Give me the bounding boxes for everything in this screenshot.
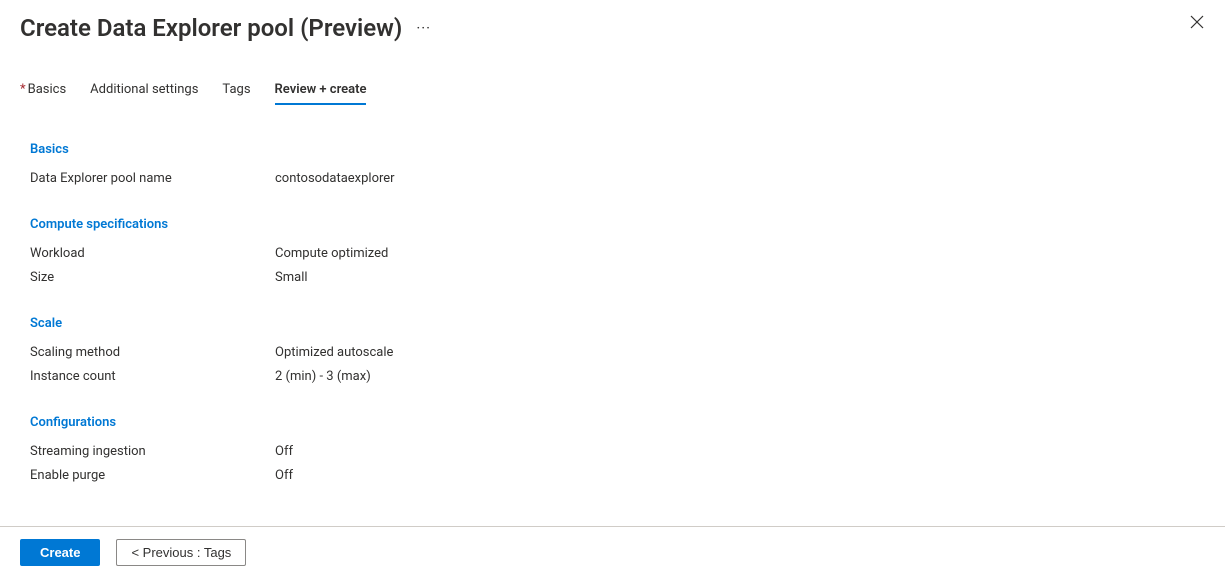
row-pool-name: Data Explorer pool name contosodataexplo… [30,167,1195,191]
row-instance-count: Instance count 2 (min) - 3 (max) [30,365,1195,389]
label-workload: Workload [30,242,275,266]
label-streaming-ingestion: Streaming ingestion [30,440,275,464]
create-button[interactable]: Create [20,539,100,566]
value-streaming-ingestion: Off [275,440,293,464]
value-size: Small [275,266,308,290]
label-pool-name: Data Explorer pool name [30,167,275,191]
tabs-bar: *Basics Additional settings Tags Review … [0,42,1225,106]
row-workload: Workload Compute optimized [30,242,1195,266]
row-enable-purge: Enable purge Off [30,464,1195,488]
label-size: Size [30,266,275,290]
page-title: Create Data Explorer pool (Preview) [20,14,402,42]
section-heading-scale: Scale [30,316,1195,331]
label-scaling-method: Scaling method [30,341,275,365]
more-icon[interactable]: ··· [416,19,431,37]
row-scaling-method: Scaling method Optimized autoscale [30,341,1195,365]
tab-review-create[interactable]: Review + create [275,82,367,105]
label-instance-count: Instance count [30,365,275,389]
close-icon[interactable] [1189,14,1205,34]
section-heading-configurations: Configurations [30,415,1195,430]
value-scaling-method: Optimized autoscale [275,341,393,365]
label-enable-purge: Enable purge [30,464,275,488]
row-size: Size Small [30,266,1195,290]
value-workload: Compute optimized [275,242,388,266]
value-pool-name: contosodataexplorer [275,167,395,191]
value-enable-purge: Off [275,464,293,488]
tab-basics-label: Basics [28,82,67,97]
tab-tags[interactable]: Tags [222,82,250,105]
required-asterisk: * [20,82,26,97]
value-instance-count: 2 (min) - 3 (max) [275,365,371,389]
previous-button[interactable]: < Previous : Tags [116,539,246,566]
footer-bar: Create < Previous : Tags [0,526,1225,578]
tab-basics[interactable]: *Basics [20,82,66,105]
review-content: Basics Data Explorer pool name contosoda… [0,106,1225,524]
tab-additional-settings[interactable]: Additional settings [90,82,198,105]
row-streaming-ingestion: Streaming ingestion Off [30,440,1195,464]
section-heading-basics: Basics [30,142,1195,157]
section-heading-compute: Compute specifications [30,217,1195,232]
